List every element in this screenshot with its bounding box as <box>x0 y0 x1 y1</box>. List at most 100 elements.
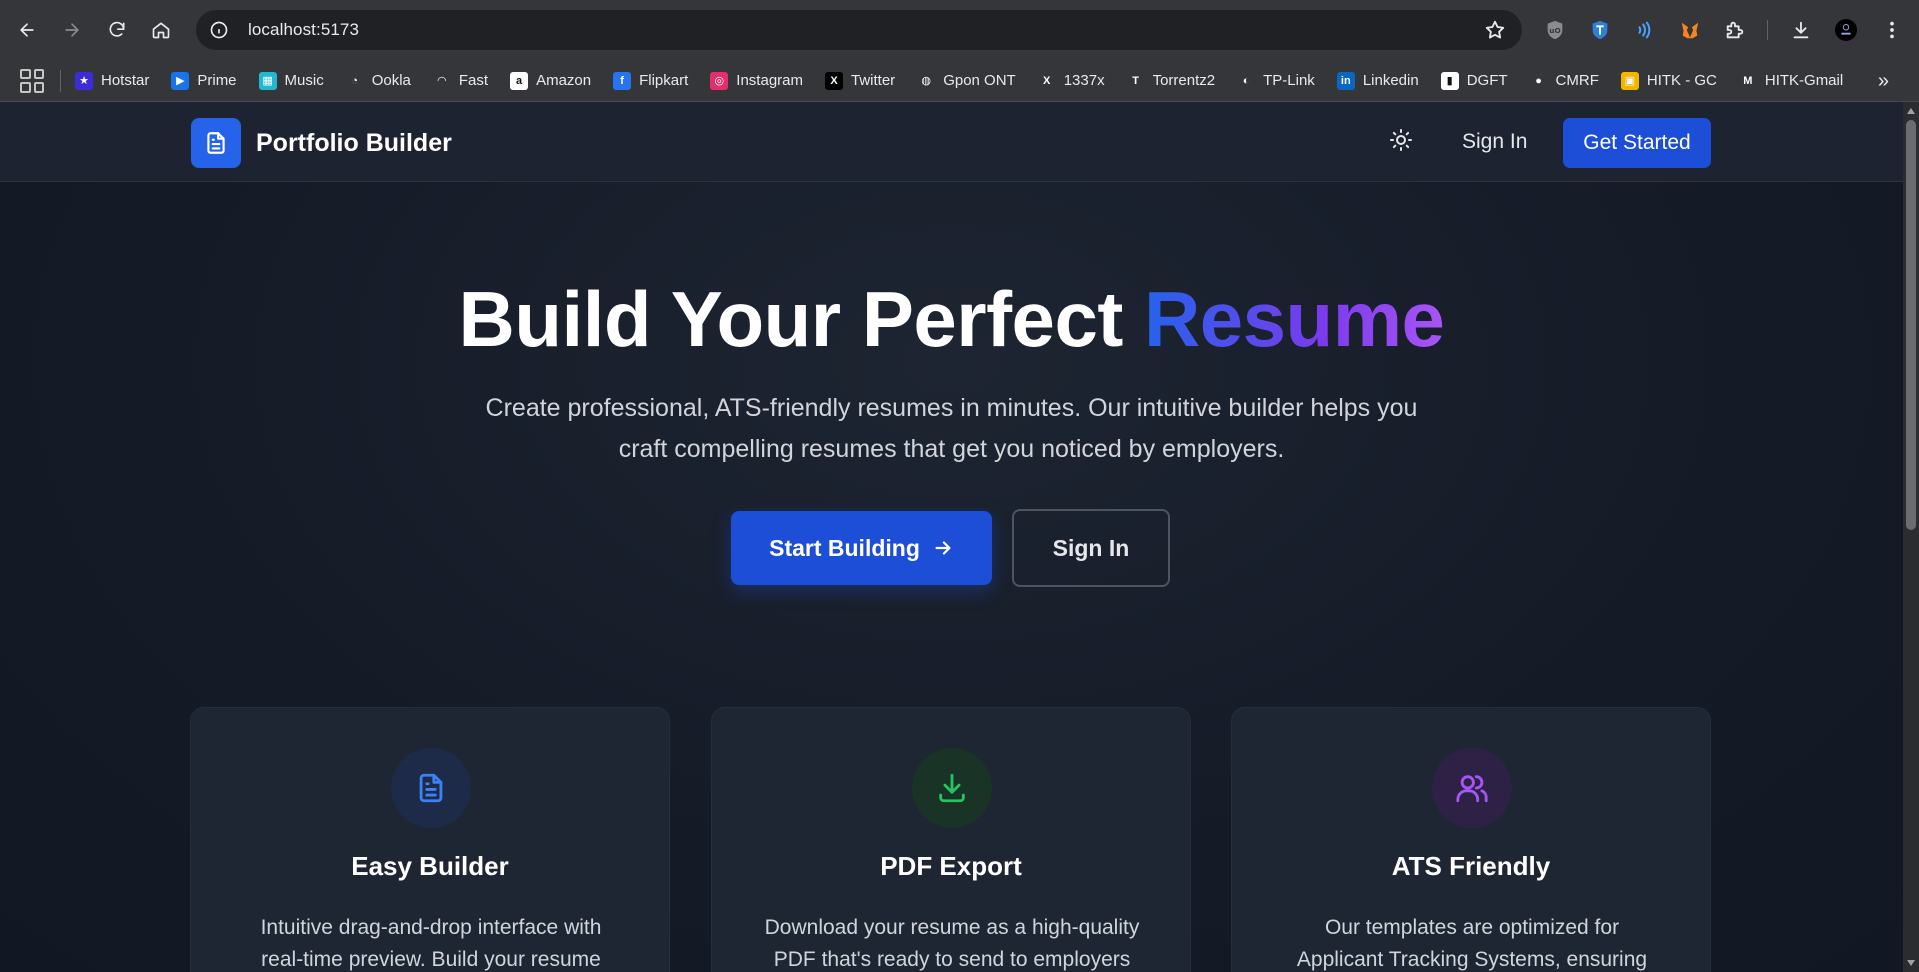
bookmark-favicon-icon: ★ <box>75 71 93 90</box>
bookmark-item[interactable]: ★ Hotstar <box>75 71 150 90</box>
wifi-extension-icon[interactable] <box>1629 14 1661 46</box>
hero-sign-in-button[interactable]: Sign In <box>1012 509 1170 587</box>
shield-extension-icon[interactable] <box>1584 14 1616 46</box>
feature-description: Our templates are optimized for Applican… <box>1296 916 1648 971</box>
ublock-extension-icon[interactable]: uO <box>1539 14 1571 46</box>
bookmark-favicon-icon: in <box>1336 71 1355 90</box>
brand-name: Portfolio Builder <box>256 128 452 157</box>
bookmark-item[interactable]: X 1337x <box>1037 71 1105 90</box>
feature-card: ATS Friendly Our templates are optimized… <box>1231 707 1711 972</box>
page-scrollbar[interactable] <box>1903 102 1919 972</box>
more-bookmarks-icon[interactable]: » <box>1878 70 1889 93</box>
start-building-button[interactable]: Start Building <box>731 511 992 585</box>
bookmark-item[interactable]: ▦ Music <box>258 71 324 90</box>
bookmark-favicon-icon: ◐ <box>1237 71 1256 90</box>
bookmark-favicon-icon: ◎ <box>710 71 729 90</box>
bookmark-item[interactable]: f Flipkart <box>613 71 689 90</box>
home-button[interactable] <box>142 11 180 49</box>
bookmark-list: ★ Hotstar ▶ Prime ▦ Music ◔ Ookla ◠ Fast a Amazon f F… <box>75 71 1865 90</box>
download-icon[interactable] <box>1785 14 1817 46</box>
document-logo-icon <box>191 118 241 168</box>
profile-avatar[interactable] <box>1830 14 1862 46</box>
bookmark-item[interactable]: X Twitter <box>825 71 895 90</box>
bookmark-favicon-icon: ● <box>1529 71 1548 90</box>
feature-description: Intuitive drag-and-drop interface with r… <box>260 916 602 971</box>
bookmark-favicon-icon: f <box>613 71 632 90</box>
bookmark-label: Flipkart <box>639 72 689 89</box>
bookmark-item[interactable]: ◐ TP-Link <box>1237 71 1315 90</box>
bookmark-item[interactable]: ▣ HITK - GC <box>1620 71 1717 90</box>
bookmark-label: HITK-Gmail <box>1764 72 1844 89</box>
bookmark-favicon-icon: ◔ <box>345 71 364 90</box>
bookmark-item[interactable]: in Linkedin <box>1336 71 1419 90</box>
kebab-menu-icon[interactable] <box>1876 14 1908 46</box>
hero-title: Build Your Perfect Resume <box>0 274 1903 365</box>
document-icon <box>391 748 471 828</box>
browser-toolbar: localhost:5173 uO <box>0 0 1919 60</box>
brand[interactable]: Portfolio Builder <box>191 118 452 168</box>
bookmark-item[interactable]: a Amazon <box>510 71 591 90</box>
reload-button[interactable] <box>98 11 136 49</box>
bookmark-item[interactable]: ◠ Fast <box>432 71 489 90</box>
home-icon <box>152 22 170 39</box>
forward-button[interactable] <box>53 11 91 49</box>
bookmarks-bar: ★ Hotstar ▶ Prime ▦ Music ◔ Ookla ◠ Fast a Amazon f F… <box>0 60 1919 102</box>
bookmark-favicon-icon: ▣ <box>1620 71 1639 90</box>
feature-title: Easy Builder <box>351 851 509 881</box>
bookmark-item[interactable]: ◎ Instagram <box>710 71 803 90</box>
url-text: localhost:5173 <box>248 20 360 39</box>
scroll-down-icon[interactable] <box>1907 960 1915 966</box>
bookmark-favicon-icon: T <box>1126 71 1145 90</box>
hero-title-accent: Resume <box>1143 275 1445 363</box>
svg-text:uO: uO <box>1549 26 1560 35</box>
site-info-icon[interactable] <box>208 19 230 41</box>
bookmark-item[interactable]: T Torrentz2 <box>1126 71 1215 90</box>
feature-description: Download your resume as a high-quality P… <box>764 916 1140 971</box>
bookmark-label: HITK - GC <box>1646 72 1717 89</box>
bookmark-favicon-icon: X <box>825 71 843 90</box>
bookmark-label: Hotstar <box>101 72 150 89</box>
feature-card: Easy Builder Intuitive drag-and-drop int… <box>190 707 670 972</box>
app-header: Portfolio Builder Sign In Get Started <box>0 102 1903 182</box>
puzzle-extensions-icon[interactable] <box>1719 14 1751 46</box>
feature-title: ATS Friendly <box>1391 851 1551 881</box>
bookmark-favicon-icon: X <box>1037 71 1056 90</box>
bookmark-label: Music <box>284 72 324 89</box>
bookmark-label: Gpon ONT <box>943 72 1016 89</box>
hero-title-main: Build Your Perfect <box>458 275 1144 363</box>
bookmark-favicon-icon: ◍ <box>917 71 936 90</box>
bookmark-star-icon[interactable] <box>1484 19 1506 46</box>
bookmark-label: DGFT <box>1466 72 1508 89</box>
bookmark-label: Fast <box>458 72 489 89</box>
bookmark-item[interactable]: ◔ Ookla <box>345 71 411 90</box>
bookmark-label: Linkedin <box>1362 72 1419 89</box>
page-viewport: Portfolio Builder Sign In Get Started Bu… <box>0 102 1903 972</box>
bookmark-item[interactable]: ● CMRF <box>1529 71 1599 90</box>
address-bar[interactable]: localhost:5173 <box>196 10 1522 50</box>
hero-subtitle: Create professional, ATS-friendly resume… <box>485 394 1418 463</box>
bookmark-item[interactable]: M HITK-Gmail <box>1738 71 1844 90</box>
feature-title: PDF Export <box>880 851 1022 881</box>
get-started-button[interactable]: Get Started <box>1563 118 1711 168</box>
reload-icon <box>109 21 125 37</box>
bookmark-label: Instagram <box>736 72 803 89</box>
scrollbar-thumb[interactable] <box>1906 120 1916 530</box>
bookmark-label: Ookla <box>371 72 411 89</box>
back-button[interactable] <box>8 11 46 49</box>
scroll-up-icon[interactable] <box>1907 108 1915 114</box>
arrow-right-icon <box>65 23 79 37</box>
arrow-right-icon <box>935 541 951 555</box>
bookmark-item[interactable]: ▮ DGFT <box>1440 71 1508 90</box>
header-sign-in-button[interactable]: Sign In <box>1448 124 1541 160</box>
bookmark-label: CMRF <box>1555 72 1599 89</box>
theme-toggle-button[interactable] <box>1385 124 1417 156</box>
bookmark-item[interactable]: ◍ Gpon ONT <box>917 71 1016 90</box>
apps-grid-icon[interactable] <box>20 68 44 93</box>
sun-icon <box>1390 129 1412 151</box>
download-icon <box>912 748 992 828</box>
bookmark-favicon-icon: ▶ <box>171 71 190 90</box>
bookmark-favicon-icon: ◠ <box>432 71 451 90</box>
arrow-left-icon <box>20 23 34 37</box>
metamask-extension-icon[interactable] <box>1674 14 1706 46</box>
bookmark-item[interactable]: ▶ Prime <box>171 71 237 90</box>
